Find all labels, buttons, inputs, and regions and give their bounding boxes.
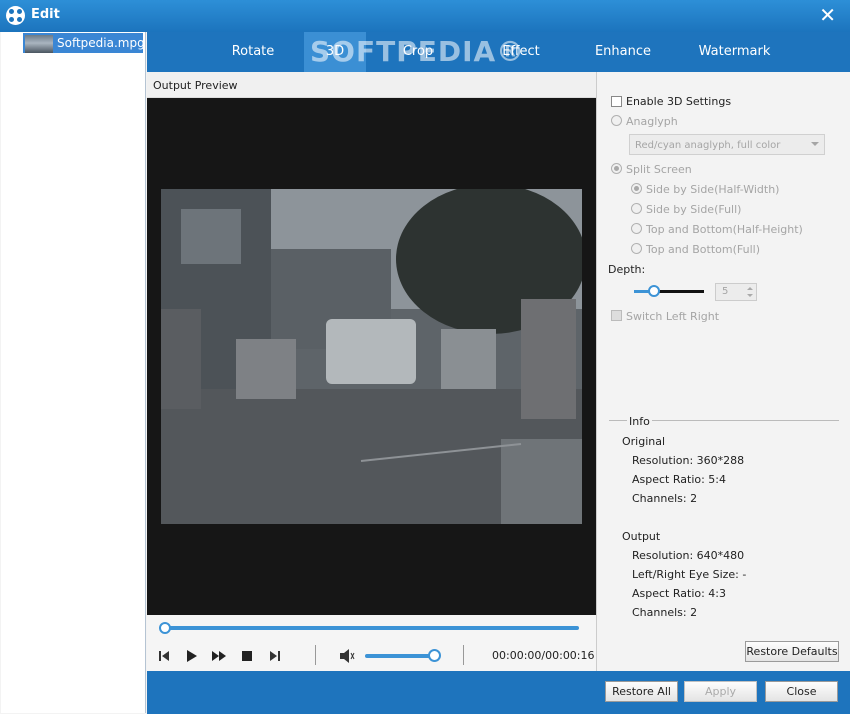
video-frame — [161, 189, 582, 524]
restore-all-button[interactable]: Restore All — [605, 681, 678, 702]
depth-value: 5 — [722, 286, 729, 297]
split-option-radio[interactable] — [631, 183, 642, 194]
apply-button[interactable]: Apply — [684, 681, 757, 702]
switch-left-right-checkbox[interactable] — [611, 310, 622, 321]
bottom-button-bar: Restore All Apply Close — [147, 671, 850, 714]
depth-label: Depth: — [608, 263, 646, 276]
split-option-radio[interactable] — [631, 203, 642, 214]
restore-defaults-button[interactable]: Restore Defaults — [745, 641, 839, 662]
preview-header: Output Preview — [147, 72, 596, 98]
file-list: Softpedia.mpg — [1, 32, 146, 713]
title-bar: Edit ✕ — [0, 0, 850, 32]
video-preview-area — [147, 98, 596, 615]
video-scene-image — [161, 189, 582, 524]
depth-spinbox[interactable]: 5 — [715, 283, 757, 301]
seek-handle[interactable] — [159, 622, 171, 634]
tab-crop[interactable]: Crop — [387, 32, 449, 72]
video-thumbnail — [25, 35, 53, 53]
volume-slider-track[interactable] — [365, 654, 435, 658]
volume-slider-handle[interactable] — [428, 649, 441, 662]
close-window-icon[interactable]: ✕ — [819, 4, 836, 26]
chevron-down-icon — [811, 142, 819, 146]
split-screen-label: Split Screen — [626, 163, 692, 176]
play-icon[interactable] — [183, 648, 199, 664]
anaglyph-radio[interactable] — [611, 115, 622, 126]
output-resolution: Resolution: 640*480 — [632, 549, 745, 562]
depth-slider-handle[interactable] — [648, 285, 660, 297]
split-option-label: Top and Bottom(Full) — [646, 243, 760, 256]
original-channels: Channels: 2 — [632, 492, 698, 505]
timecode: 00:00:00/00:00:16 — [492, 649, 595, 662]
seek-bar[interactable] — [147, 615, 596, 641]
split-option-label: Side by Side(Half-Width) — [646, 183, 780, 196]
tab-bar: Rotate 3D Crop Effect Enhance Watermark … — [147, 32, 850, 72]
anaglyph-label: Anaglyph — [626, 115, 678, 128]
split-option-label: Side by Side(Full) — [646, 203, 742, 216]
controls-divider — [315, 645, 316, 665]
next-icon[interactable] — [267, 648, 283, 664]
volume-icon[interactable] — [339, 648, 355, 664]
settings-panel: Enable 3D Settings Anaglyph Red/cyan ana… — [596, 72, 850, 671]
tab-effect[interactable]: Effect — [487, 32, 555, 72]
spin-down-icon[interactable] — [747, 294, 753, 297]
previous-icon[interactable] — [156, 648, 172, 664]
switch-left-right-label: Switch Left Right — [626, 310, 720, 323]
output-heading: Output — [622, 530, 661, 543]
output-channels: Channels: 2 — [632, 606, 698, 619]
output-preview-label: Output Preview — [153, 79, 238, 92]
stop-icon[interactable] — [239, 648, 255, 664]
spin-up-icon[interactable] — [747, 287, 753, 290]
tab-3d[interactable]: 3D — [304, 32, 366, 72]
player-controls: 00:00:00/00:00:16 — [147, 641, 596, 671]
window-title: Edit — [31, 7, 60, 22]
seek-track[interactable] — [165, 626, 579, 630]
file-name: Softpedia.mpg — [57, 36, 145, 50]
split-option-radio[interactable] — [631, 223, 642, 234]
app-film-reel-icon — [6, 6, 25, 25]
anaglyph-dropdown[interactable]: Red/cyan anaglyph, full color — [629, 134, 825, 155]
fast-forward-icon[interactable] — [211, 648, 227, 664]
split-option-label: Top and Bottom(Half-Height) — [646, 223, 803, 236]
original-resolution: Resolution: 360*288 — [632, 454, 745, 467]
original-heading: Original — [622, 435, 666, 448]
original-aspect-ratio: Aspect Ratio: 5:4 — [632, 473, 727, 486]
close-button[interactable]: Close — [765, 681, 838, 702]
anaglyph-dropdown-value: Red/cyan anaglyph, full color — [635, 140, 781, 151]
tab-rotate[interactable]: Rotate — [217, 32, 289, 72]
enable-3d-checkbox[interactable] — [611, 96, 622, 107]
split-option-radio[interactable] — [631, 243, 642, 254]
output-eye-size: Left/Right Eye Size: - — [632, 568, 747, 581]
tab-enhance[interactable]: Enhance — [587, 32, 659, 72]
file-list-item[interactable]: Softpedia.mpg — [23, 33, 145, 53]
tab-watermark[interactable]: Watermark — [692, 32, 777, 72]
output-aspect-ratio: Aspect Ratio: 4:3 — [632, 587, 727, 600]
controls-divider — [463, 645, 464, 665]
info-title: Info — [627, 415, 652, 428]
split-screen-radio[interactable] — [611, 163, 622, 174]
enable-3d-label: Enable 3D Settings — [626, 95, 732, 108]
